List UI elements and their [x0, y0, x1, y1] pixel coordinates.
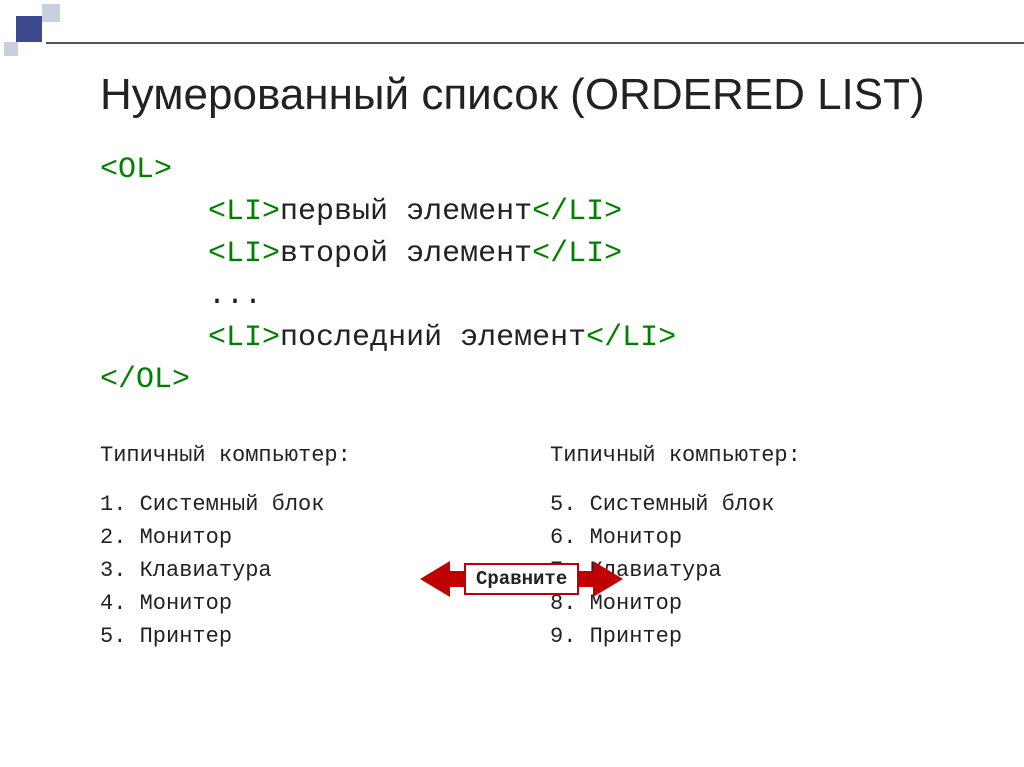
examples-row: Типичный компьютер: 1. Системный блок 2.…: [100, 439, 964, 653]
slide-content: Нумерованный список (ORDERED LIST) <OL> …: [0, 0, 1024, 653]
code-dots: ...: [208, 279, 262, 313]
code-text: последний элемент: [280, 321, 586, 355]
code-tag: </LI>: [586, 321, 676, 355]
deco-square: [16, 16, 42, 42]
arrow-right-icon: [593, 561, 623, 597]
code-text: первый элемент: [280, 195, 532, 229]
example-heading: Типичный компьютер:: [550, 439, 870, 472]
list-item: 5. Системный блок: [550, 488, 870, 521]
code-tag: </OL>: [100, 363, 190, 397]
code-text: второй элемент: [280, 237, 532, 271]
slide-divider: [46, 42, 1024, 44]
example-heading: Типичный компьютер:: [100, 439, 460, 472]
code-tag: </LI>: [532, 195, 622, 229]
code-tag: <LI>: [208, 237, 280, 271]
arrow-left-icon: [420, 561, 450, 597]
compare-label: Сравните: [464, 563, 579, 595]
deco-square: [4, 42, 18, 56]
slide-corner-decoration: [4, 4, 64, 64]
deco-square: [42, 4, 60, 22]
list-item: 9. Принтер: [550, 620, 870, 653]
code-tag: <OL>: [100, 153, 172, 187]
arrow-stem: [579, 571, 593, 587]
code-tag: </LI>: [532, 237, 622, 271]
list-item: 4. Монитор: [100, 587, 460, 620]
compare-callout: Сравните: [420, 561, 623, 597]
code-tag: <LI>: [208, 195, 280, 229]
arrow-stem: [450, 571, 464, 587]
list-item: 1. Системный блок: [100, 488, 460, 521]
example-left: Типичный компьютер: 1. Системный блок 2.…: [100, 439, 460, 653]
list-item: 3. Клавиатура: [100, 554, 460, 587]
list-item: 5. Принтер: [100, 620, 460, 653]
list-item: 2. Монитор: [100, 521, 460, 554]
example-right: Типичный компьютер: 5. Системный блок 6.…: [550, 439, 870, 653]
list-item: 6. Монитор: [550, 521, 870, 554]
slide-title: Нумерованный список (ORDERED LIST): [100, 70, 964, 121]
code-tag: <LI>: [208, 321, 280, 355]
code-block: <OL> <LI>первый элемент</LI> <LI>второй …: [100, 149, 964, 401]
